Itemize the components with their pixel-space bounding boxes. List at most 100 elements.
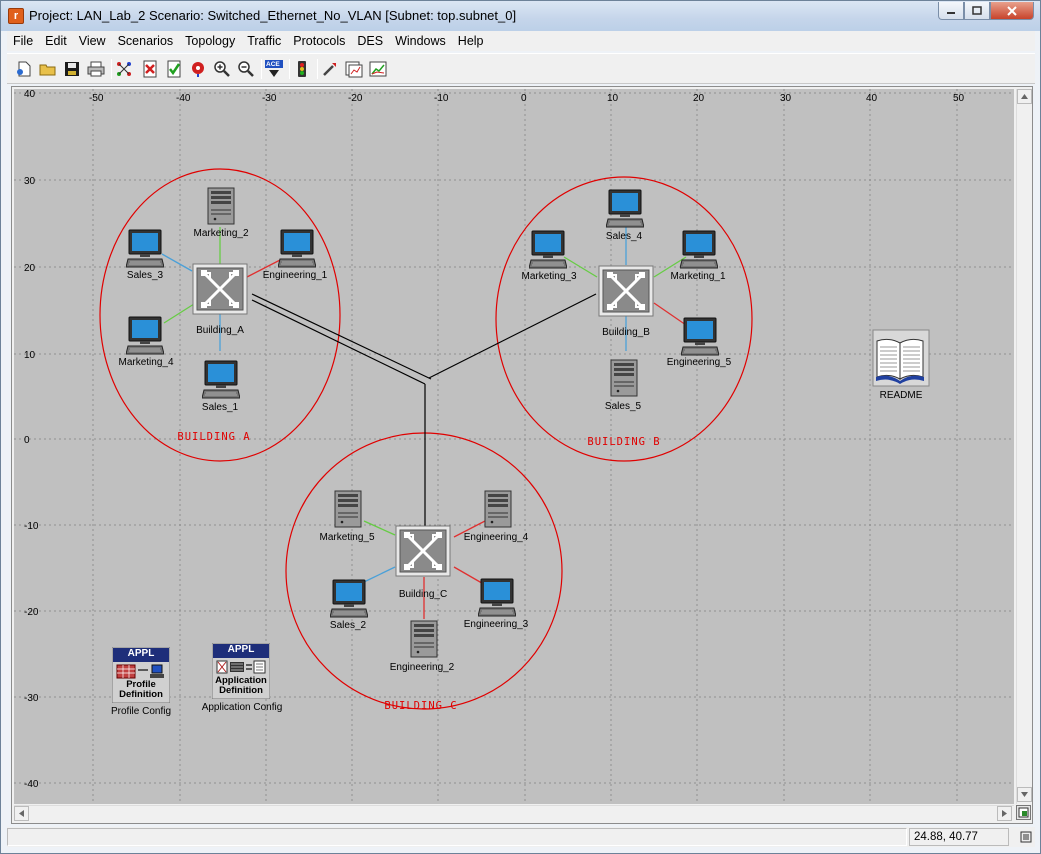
link-sales-2[interactable] [363, 566, 396, 583]
node-label: Sales_2 [329, 620, 367, 631]
application-badge: APPL [227, 644, 255, 655]
navigator-button[interactable] [1016, 805, 1031, 820]
results-browser-button[interactable] [367, 58, 389, 80]
node-marketing-2[interactable] [207, 187, 235, 228]
open-button[interactable] [37, 58, 59, 80]
view-results-button[interactable] [343, 58, 365, 80]
y-axis-tick: -20 [24, 607, 39, 618]
switch-label: Building_C [398, 589, 448, 600]
new-button[interactable] [13, 58, 35, 80]
node-sales-5[interactable] [610, 359, 638, 400]
profile-config-object[interactable]: APPL Profile Definition [111, 646, 171, 706]
link-sales-3[interactable] [161, 253, 193, 272]
menu-edit[interactable]: Edit [39, 31, 73, 51]
node-label: Marketing_5 [319, 532, 375, 543]
trunk-link-a[interactable] [251, 293, 432, 380]
verify-links-button[interactable] [163, 58, 185, 80]
switch-building-c[interactable] [395, 525, 451, 580]
maximize-button[interactable] [964, 2, 990, 20]
vertical-scrollbar[interactable] [1016, 89, 1032, 804]
node-marketing-1[interactable] [679, 230, 719, 273]
node-label: Sales_1 [201, 402, 239, 413]
switch-building-a[interactable] [192, 263, 248, 318]
x-axis-tick: -50 [89, 93, 104, 104]
menu-traffic[interactable]: Traffic [241, 31, 287, 51]
node-engineering-2[interactable] [410, 620, 438, 661]
link-marketing-4[interactable] [163, 303, 195, 324]
scroll-up-button[interactable] [1017, 89, 1032, 104]
node-engineering-5[interactable] [680, 317, 720, 360]
status-icon-wrapper[interactable] [1019, 830, 1033, 844]
node-sales-4[interactable] [605, 189, 645, 232]
run-simulation-button[interactable] [291, 58, 313, 80]
application-config-label: Application Config [201, 702, 283, 713]
network-canvas[interactable]: -50 -40 -30 -20 -10 0 10 20 30 40 50 40 30 20 10 0 -10 -… [14, 89, 1014, 804]
switch-label: Building_B [602, 327, 650, 338]
node-sales-3[interactable] [125, 229, 165, 272]
readme-object[interactable] [872, 329, 930, 390]
scroll-down-button[interactable] [1017, 787, 1032, 802]
y-axis-tick: 40 [24, 89, 36, 100]
node-sales-2[interactable] [329, 579, 369, 622]
node-marketing-3[interactable] [528, 230, 568, 273]
application-line2: Definition [219, 685, 263, 696]
node-engineering-3[interactable] [477, 578, 517, 621]
menu-des[interactable]: DES [351, 31, 389, 51]
menu-windows[interactable]: Windows [389, 31, 452, 51]
menu-bar: File Edit View Scenarios Topology Traffi… [7, 31, 1035, 51]
menu-scenarios[interactable]: Scenarios [112, 31, 180, 51]
switch-icon [598, 265, 654, 317]
zoom-out-button[interactable] [235, 58, 257, 80]
node-label: Engineering_1 [262, 270, 328, 281]
configure-simulation-button[interactable] [319, 58, 341, 80]
profile-badge: APPL [127, 648, 155, 659]
trunk-link-a2[interactable] [251, 299, 426, 385]
scroll-right-button[interactable] [997, 806, 1012, 821]
print-button[interactable] [85, 58, 107, 80]
node-marketing-5[interactable] [334, 490, 362, 531]
switch-building-b[interactable] [598, 265, 654, 320]
building-c-label: BUILDING C [384, 700, 458, 712]
menu-file[interactable]: File [7, 31, 39, 51]
node-label: Engineering_5 [666, 357, 732, 368]
delete-button[interactable] [139, 58, 161, 80]
application-config-object[interactable]: APPL Application Definition [211, 642, 271, 702]
zoom-in-icon [214, 61, 230, 77]
server-icon [484, 490, 512, 528]
menu-topology[interactable]: Topology [179, 31, 241, 51]
toolbar: ACE [7, 53, 1035, 84]
x-axis-tick: -30 [262, 93, 277, 104]
node-engineering-1[interactable] [277, 229, 317, 272]
failure-icon [192, 62, 204, 77]
arrow-left-icon [19, 810, 24, 817]
app-icon[interactable]: r [8, 8, 24, 24]
y-axis-tick: -40 [24, 779, 39, 790]
cursor-coordinates: 24.88, 40.77 [909, 828, 1009, 846]
node-sales-1[interactable] [201, 360, 241, 403]
x-axis-tick: 40 [866, 93, 878, 104]
node-palette-button[interactable] [113, 58, 135, 80]
failure-button[interactable] [187, 58, 209, 80]
ace-button[interactable]: ACE [263, 58, 285, 80]
save-button[interactable] [61, 58, 83, 80]
title-bar[interactable]: r Project: LAN_Lab_2 Scenario: Switched_… [1, 1, 1040, 31]
node-marketing-4[interactable] [125, 316, 165, 359]
zoom-in-button[interactable] [211, 58, 233, 80]
building-b-label: BUILDING B [587, 436, 661, 448]
scroll-left-button[interactable] [14, 806, 29, 821]
node-label: Sales_4 [605, 231, 643, 242]
status-bar: 24.88, 40.77 [7, 827, 1035, 847]
node-label: Marketing_3 [521, 271, 577, 282]
menu-protocols[interactable]: Protocols [287, 31, 351, 51]
horizontal-scrollbar[interactable] [14, 805, 1014, 821]
menu-help[interactable]: Help [452, 31, 490, 51]
trunk-link-b[interactable] [428, 293, 597, 379]
x-axis-tick: 20 [693, 93, 705, 104]
node-engineering-4[interactable] [484, 490, 512, 531]
close-button[interactable] [990, 2, 1034, 20]
menu-view[interactable]: View [73, 31, 112, 51]
workstation-icon [680, 317, 720, 356]
building-a-label: BUILDING A [177, 431, 251, 443]
minimize-button[interactable] [938, 2, 964, 20]
x-axis-tick: -10 [434, 93, 449, 104]
